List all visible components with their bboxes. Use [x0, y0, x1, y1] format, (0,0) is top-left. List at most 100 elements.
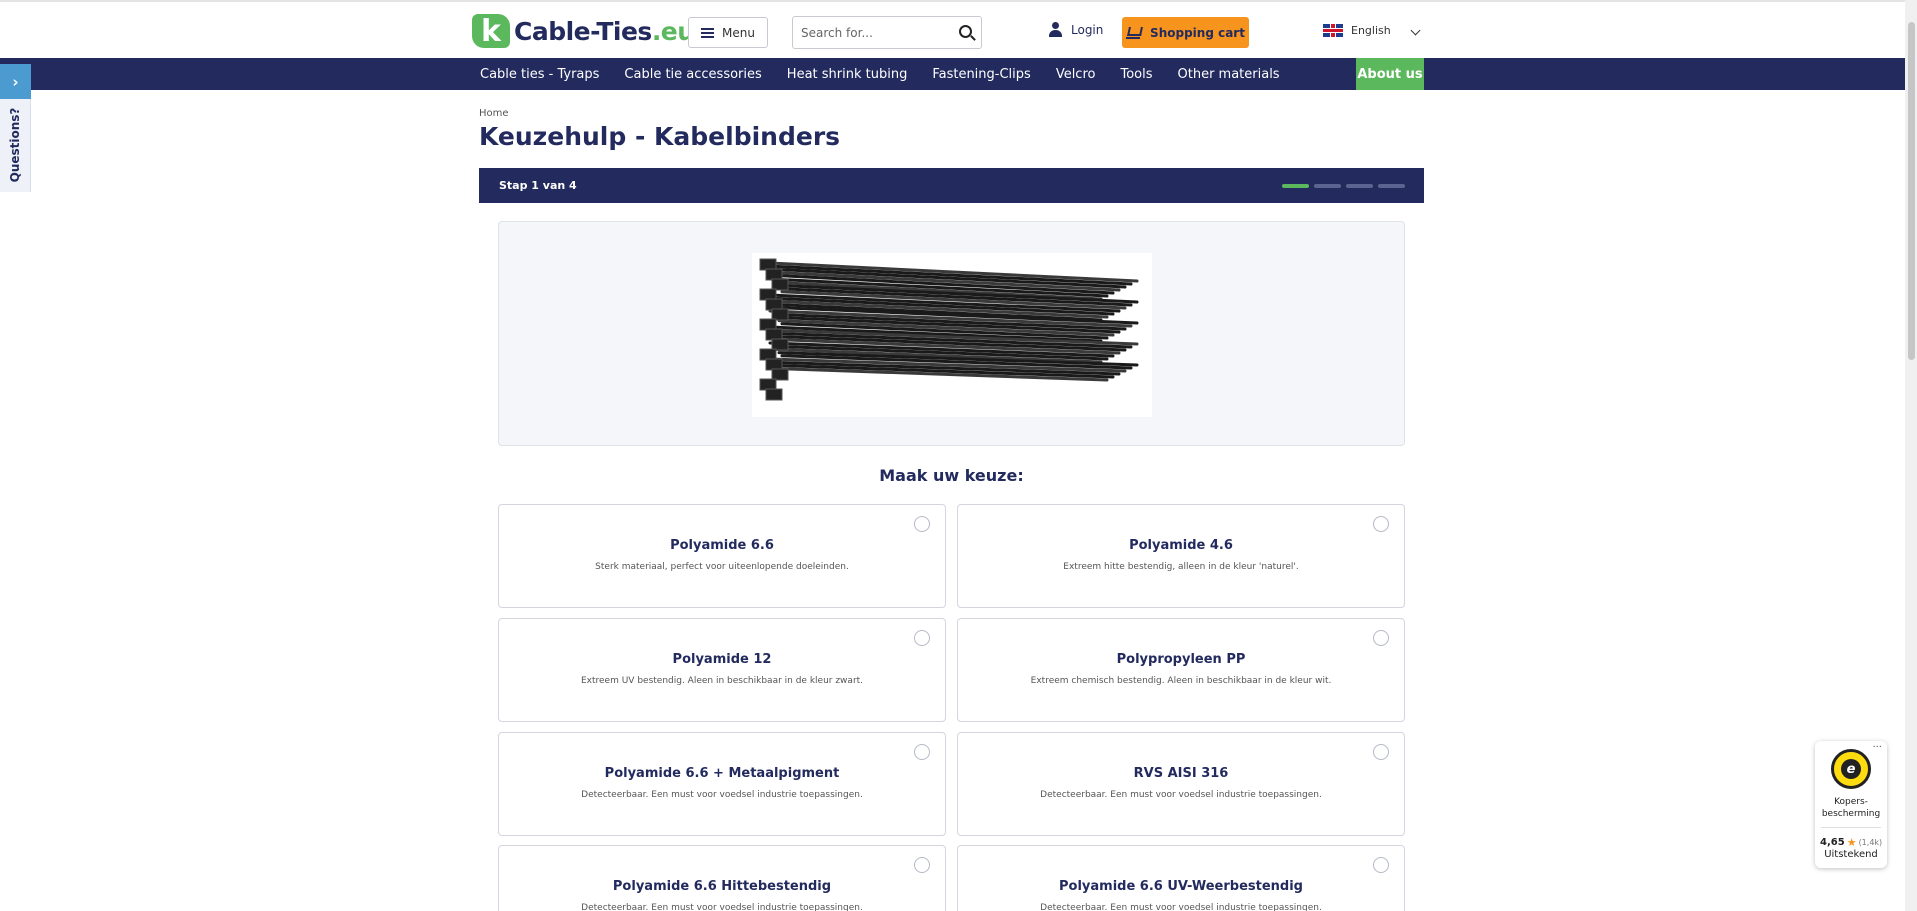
cable-tie-head — [765, 268, 783, 281]
cable-tie-head — [765, 388, 783, 401]
breadcrumb[interactable]: Home — [479, 108, 509, 119]
cart-icon — [1126, 27, 1141, 39]
cable-tie-head — [759, 288, 777, 301]
star-icon: ★ — [1846, 836, 1857, 849]
option-description: Detecteerbaar. Een must voor voedsel ind… — [1040, 790, 1322, 800]
option-card[interactable]: RVS AISI 316 Detecteerbaar. Een must voor… — [957, 732, 1405, 836]
option-radio[interactable] — [914, 857, 930, 873]
option-radio[interactable] — [914, 630, 930, 646]
option-description: Extreem hitte bestendig, alleen in de kl… — [1063, 562, 1299, 572]
site-logo[interactable]: k Cable-Ties.eu — [472, 14, 695, 49]
search-icon[interactable] — [959, 25, 972, 38]
trust-score: 4,65 ★ (1,4k) — [1820, 836, 1882, 849]
site-header: k Cable-Ties.eu Menu Login Shopping cart… — [0, 0, 1917, 58]
hamburger-icon — [701, 27, 715, 38]
nav-item-heat-shrink-tubing[interactable]: Heat shrink tubing — [787, 67, 908, 82]
option-radio[interactable] — [914, 516, 930, 532]
logo-name: Cable-Ties — [514, 16, 652, 46]
trust-label-line2: bescherming — [1821, 809, 1881, 819]
cable-tie-head — [765, 358, 783, 371]
option-description: Extreem UV bestendig. Aleen in beschikba… — [580, 676, 864, 686]
nav-item-other-materials[interactable]: Other materials — [1178, 67, 1280, 82]
option-description: Detecteerbaar. Een must voor voedsel ind… — [581, 903, 863, 911]
divider — [1821, 827, 1881, 828]
score-value: 4,65 — [1820, 837, 1845, 848]
option-card[interactable]: Polyamide 4.6 Extreem hitte bestendig, al… — [957, 504, 1405, 608]
language-selector[interactable]: English — [1323, 24, 1391, 37]
option-card[interactable]: Polyamide 6.6 + Metaalpigment Detecteerba… — [498, 732, 946, 836]
option-card[interactable]: Polyamide 6.6 Sterk materiaal, perfect vo… — [498, 504, 946, 608]
trust-label-line1: Kopers- — [1834, 797, 1868, 807]
shopping-cart-button[interactable]: Shopping cart — [1122, 17, 1249, 48]
main-nav: Cable ties - Tyraps Cable tie accessorie… — [0, 58, 1905, 90]
more-icon[interactable]: ... — [1872, 739, 1882, 750]
option-card[interactable]: Polyamide 6.6 UV-Weerbestendig Detecteerb… — [957, 845, 1405, 911]
nav-item-about-us[interactable]: About us — [1356, 58, 1424, 90]
option-title: Polyamide 6.6 — [670, 538, 774, 553]
step-dot — [1314, 184, 1341, 188]
language-label: English — [1351, 24, 1391, 37]
nav-item-velcro[interactable]: Velcro — [1056, 67, 1096, 82]
scrollbar[interactable] — [1905, 0, 1917, 911]
login-link[interactable]: Login — [1049, 22, 1103, 37]
cable-tie-head — [771, 368, 789, 381]
step-dot — [1378, 184, 1405, 188]
uk-flag-icon — [1323, 24, 1343, 37]
option-title: Polyamide 12 — [672, 652, 772, 667]
review-count: (1,4k) — [1858, 838, 1883, 847]
cable-ties-image — [752, 253, 1152, 417]
cable-tie-head — [759, 348, 777, 361]
seal-letter: e — [1841, 759, 1861, 779]
menu-label: Menu — [722, 25, 755, 40]
option-card[interactable]: Polypropyleen PP Extreem chemisch bestend… — [957, 618, 1405, 722]
cart-label: Shopping cart — [1150, 25, 1245, 40]
cable-tie-head — [759, 378, 777, 391]
cable-tie-head — [771, 278, 789, 291]
menu-button[interactable]: Menu — [688, 17, 768, 48]
search-input[interactable] — [793, 17, 943, 48]
chevron-right-icon[interactable]: › — [0, 64, 31, 99]
cable-tie-head — [771, 338, 789, 351]
scrollbar-thumb[interactable] — [1908, 22, 1915, 360]
chevron-down-icon[interactable] — [1410, 25, 1421, 36]
questions-tab[interactable]: Questions? — [0, 99, 31, 192]
cable-ties-bundle-illustration — [759, 258, 1139, 401]
cable-tie-head — [771, 308, 789, 321]
user-icon — [1049, 22, 1062, 37]
option-radio[interactable] — [1373, 857, 1389, 873]
option-description: Sterk materiaal, perfect voor uiteenlope… — [595, 562, 849, 572]
page-title: Keuzehulp - Kabelbinders — [479, 122, 841, 151]
option-title: Polyamide 6.6 Hittebestendig — [612, 879, 832, 894]
option-description: Detecteerbaar. Een must voor voedsel ind… — [581, 790, 863, 800]
cable-tie-head — [759, 258, 777, 271]
trust-label: Kopers- bescherming — [1815, 796, 1887, 820]
choose-heading: Maak uw keuze: — [879, 466, 1024, 485]
step-progress — [1282, 184, 1405, 188]
nav-item-tools[interactable]: Tools — [1120, 67, 1152, 82]
step-dot — [1346, 184, 1373, 188]
option-title: Polyamide 6.6 UV-Weerbestendig — [1059, 879, 1303, 894]
product-image-box — [498, 221, 1405, 446]
step-dot — [1282, 184, 1309, 188]
option-card[interactable]: Polyamide 6.6 Hittebestendig Detecteerbaa… — [498, 845, 946, 911]
nav-items: Cable ties - Tyraps Cable tie accessorie… — [480, 58, 1305, 90]
cable-tie-head — [759, 318, 777, 331]
trust-grade: Uitstekend — [1824, 849, 1878, 860]
cable-tie-head — [765, 298, 783, 311]
nav-item-fastening-clips[interactable]: Fastening-Clips — [932, 67, 1030, 82]
option-radio[interactable] — [914, 744, 930, 760]
option-card[interactable]: Polyamide 12 Extreem UV bestendig. Aleen … — [498, 618, 946, 722]
option-title: Polyamide 6.6 + Metaalpigment — [604, 766, 840, 781]
nav-item-cable-tie-accessories[interactable]: Cable tie accessories — [624, 67, 761, 82]
option-title: Polyamide 4.6 — [1129, 538, 1233, 553]
logo-k-icon: k — [472, 14, 510, 49]
nav-item-cable-ties[interactable]: Cable ties - Tyraps — [480, 67, 599, 82]
cable-tie-head — [765, 328, 783, 341]
option-radio[interactable] — [1373, 744, 1389, 760]
questions-label: Questions? — [8, 107, 22, 183]
trusted-shops-badge[interactable]: ... e Kopers- bescherming 4,65 ★ (1,4k) … — [1815, 739, 1887, 868]
option-radio[interactable] — [1373, 630, 1389, 646]
step-indicator: Stap 1 van 4 — [499, 179, 577, 192]
option-radio[interactable] — [1373, 516, 1389, 532]
option-title: RVS AISI 316 — [1133, 766, 1229, 781]
